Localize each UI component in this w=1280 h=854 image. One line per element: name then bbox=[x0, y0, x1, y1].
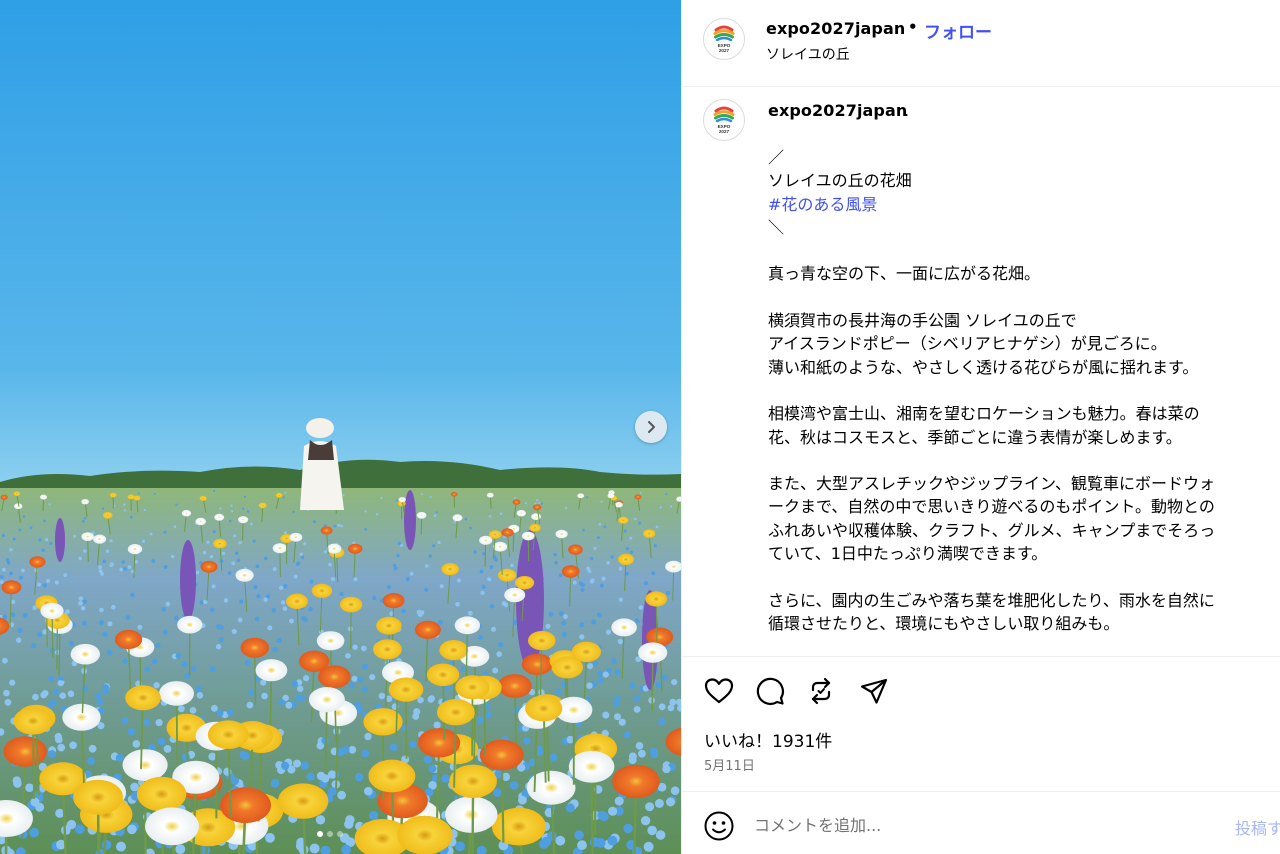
comment-bar: 投稿す bbox=[682, 791, 1280, 854]
avatar[interactable]: EXPO 2027 bbox=[703, 99, 745, 141]
svg-text:2027: 2027 bbox=[719, 129, 730, 134]
caption-line bbox=[768, 565, 1280, 588]
caption-text: ／ ソレイユの丘の花畑 #花のある風景 ＼ 真っ青な空の下、一面に広がる花畑。横須賀市の… bbox=[768, 146, 1280, 635]
caption-username[interactable]: expo2027japan bbox=[768, 101, 907, 120]
caption-line: ＼ bbox=[768, 217, 785, 237]
avatar[interactable]: EXPO 2027 bbox=[703, 18, 745, 60]
caption-line: また、大型アスレチックやジップライン、観覧車にボードウォ bbox=[768, 474, 1216, 494]
comment-icon bbox=[756, 677, 784, 705]
caption-line: さらに、園内の生ごみや落ち葉を堆肥化したり、雨水を自然に bbox=[768, 590, 1215, 610]
repost-button[interactable] bbox=[805, 675, 837, 707]
header-separator: • bbox=[908, 18, 918, 36]
carousel-dot bbox=[327, 831, 333, 837]
next-slide-button[interactable] bbox=[635, 411, 667, 443]
post-comment-button[interactable]: 投稿す bbox=[1235, 815, 1280, 839]
follow-button[interactable]: フォロー bbox=[924, 18, 992, 43]
caption-line: ークまで、自然の中で思いきり遊べるのもポイント。動物との bbox=[768, 497, 1215, 517]
hashtag-link[interactable]: #花のある風景 bbox=[768, 195, 877, 214]
caption-username-suffix: . bbox=[904, 101, 910, 120]
caption-line bbox=[768, 449, 1280, 472]
chevron-right-icon bbox=[648, 421, 655, 433]
caption-line bbox=[768, 239, 1280, 262]
post-date[interactable]: 5月11日 bbox=[704, 755, 755, 774]
comment-input[interactable] bbox=[754, 810, 1204, 840]
caption-line bbox=[768, 286, 1280, 309]
svg-text:2027: 2027 bbox=[719, 48, 730, 53]
expo-logo-icon: EXPO 2027 bbox=[713, 106, 735, 134]
caption-line: 薄い和紙のような、やさしく透ける花びらが風に揺れます。 bbox=[768, 357, 1199, 377]
caption-line: 循環させたりと、環境にもやさしい取り組みも。 bbox=[768, 613, 1120, 633]
carousel-dot bbox=[317, 831, 323, 837]
emoji-button[interactable] bbox=[703, 810, 735, 842]
caption-line: ていて、1日中たっぷり満喫できます。 bbox=[768, 544, 1048, 564]
expo-logo-icon: EXPO 2027 bbox=[713, 25, 735, 53]
carousel-dot bbox=[337, 831, 343, 837]
action-bar: いいね！1931件 5月11日 bbox=[682, 656, 1280, 791]
heart-icon bbox=[704, 678, 734, 704]
post-media[interactable] bbox=[0, 0, 681, 854]
caption-line: 真っ青な空の下、一面に広がる花畑。 bbox=[768, 264, 1041, 284]
caption-line: 相模湾や富士山、湘南を望むロケーションも魅力。春は菜の bbox=[768, 404, 1200, 424]
caption-line: 花、秋はコスモスと、季節ごとに違う表情が楽しめます。 bbox=[768, 427, 1182, 447]
emoji-icon bbox=[704, 811, 734, 841]
share-button[interactable] bbox=[858, 675, 890, 707]
post-author-username[interactable]: expo2027japan bbox=[766, 19, 905, 38]
like-count[interactable]: いいね！1931件 bbox=[704, 727, 832, 752]
like-button[interactable] bbox=[703, 675, 735, 707]
caption-line: #花のある風景 bbox=[768, 193, 1280, 216]
share-icon bbox=[860, 678, 888, 704]
caption-section: EXPO 2027 expo2027japan . ／ ソレイユの丘の花畑 #花のあ… bbox=[682, 88, 1280, 656]
post-header: EXPO 2027 expo2027japan • フォロー ソレイユの丘 bbox=[682, 0, 1280, 87]
post-side-panel: EXPO 2027 expo2027japan • フォロー ソレイユの丘 EX… bbox=[681, 0, 1280, 854]
post-location[interactable]: ソレイユの丘 bbox=[766, 44, 850, 64]
caption-line: 横須賀市の長井海の手公園 ソレイユの丘で bbox=[768, 311, 1077, 331]
caption-line: アイスランドポピー（シベリアヒナゲシ）が見ごろに。 bbox=[768, 334, 1167, 354]
caption-line: ソレイユの丘の花畑 bbox=[768, 171, 912, 191]
caption-line: ふれあいや収穫体験、クラフト、グルメ、キャンプまでそろっ bbox=[768, 520, 1216, 540]
caption-line: ／ bbox=[768, 148, 785, 167]
comment-button[interactable] bbox=[754, 675, 786, 707]
repost-icon bbox=[811, 677, 831, 705]
carousel-dots bbox=[317, 831, 343, 837]
post-photo bbox=[0, 0, 681, 854]
caption-line bbox=[768, 379, 1280, 402]
